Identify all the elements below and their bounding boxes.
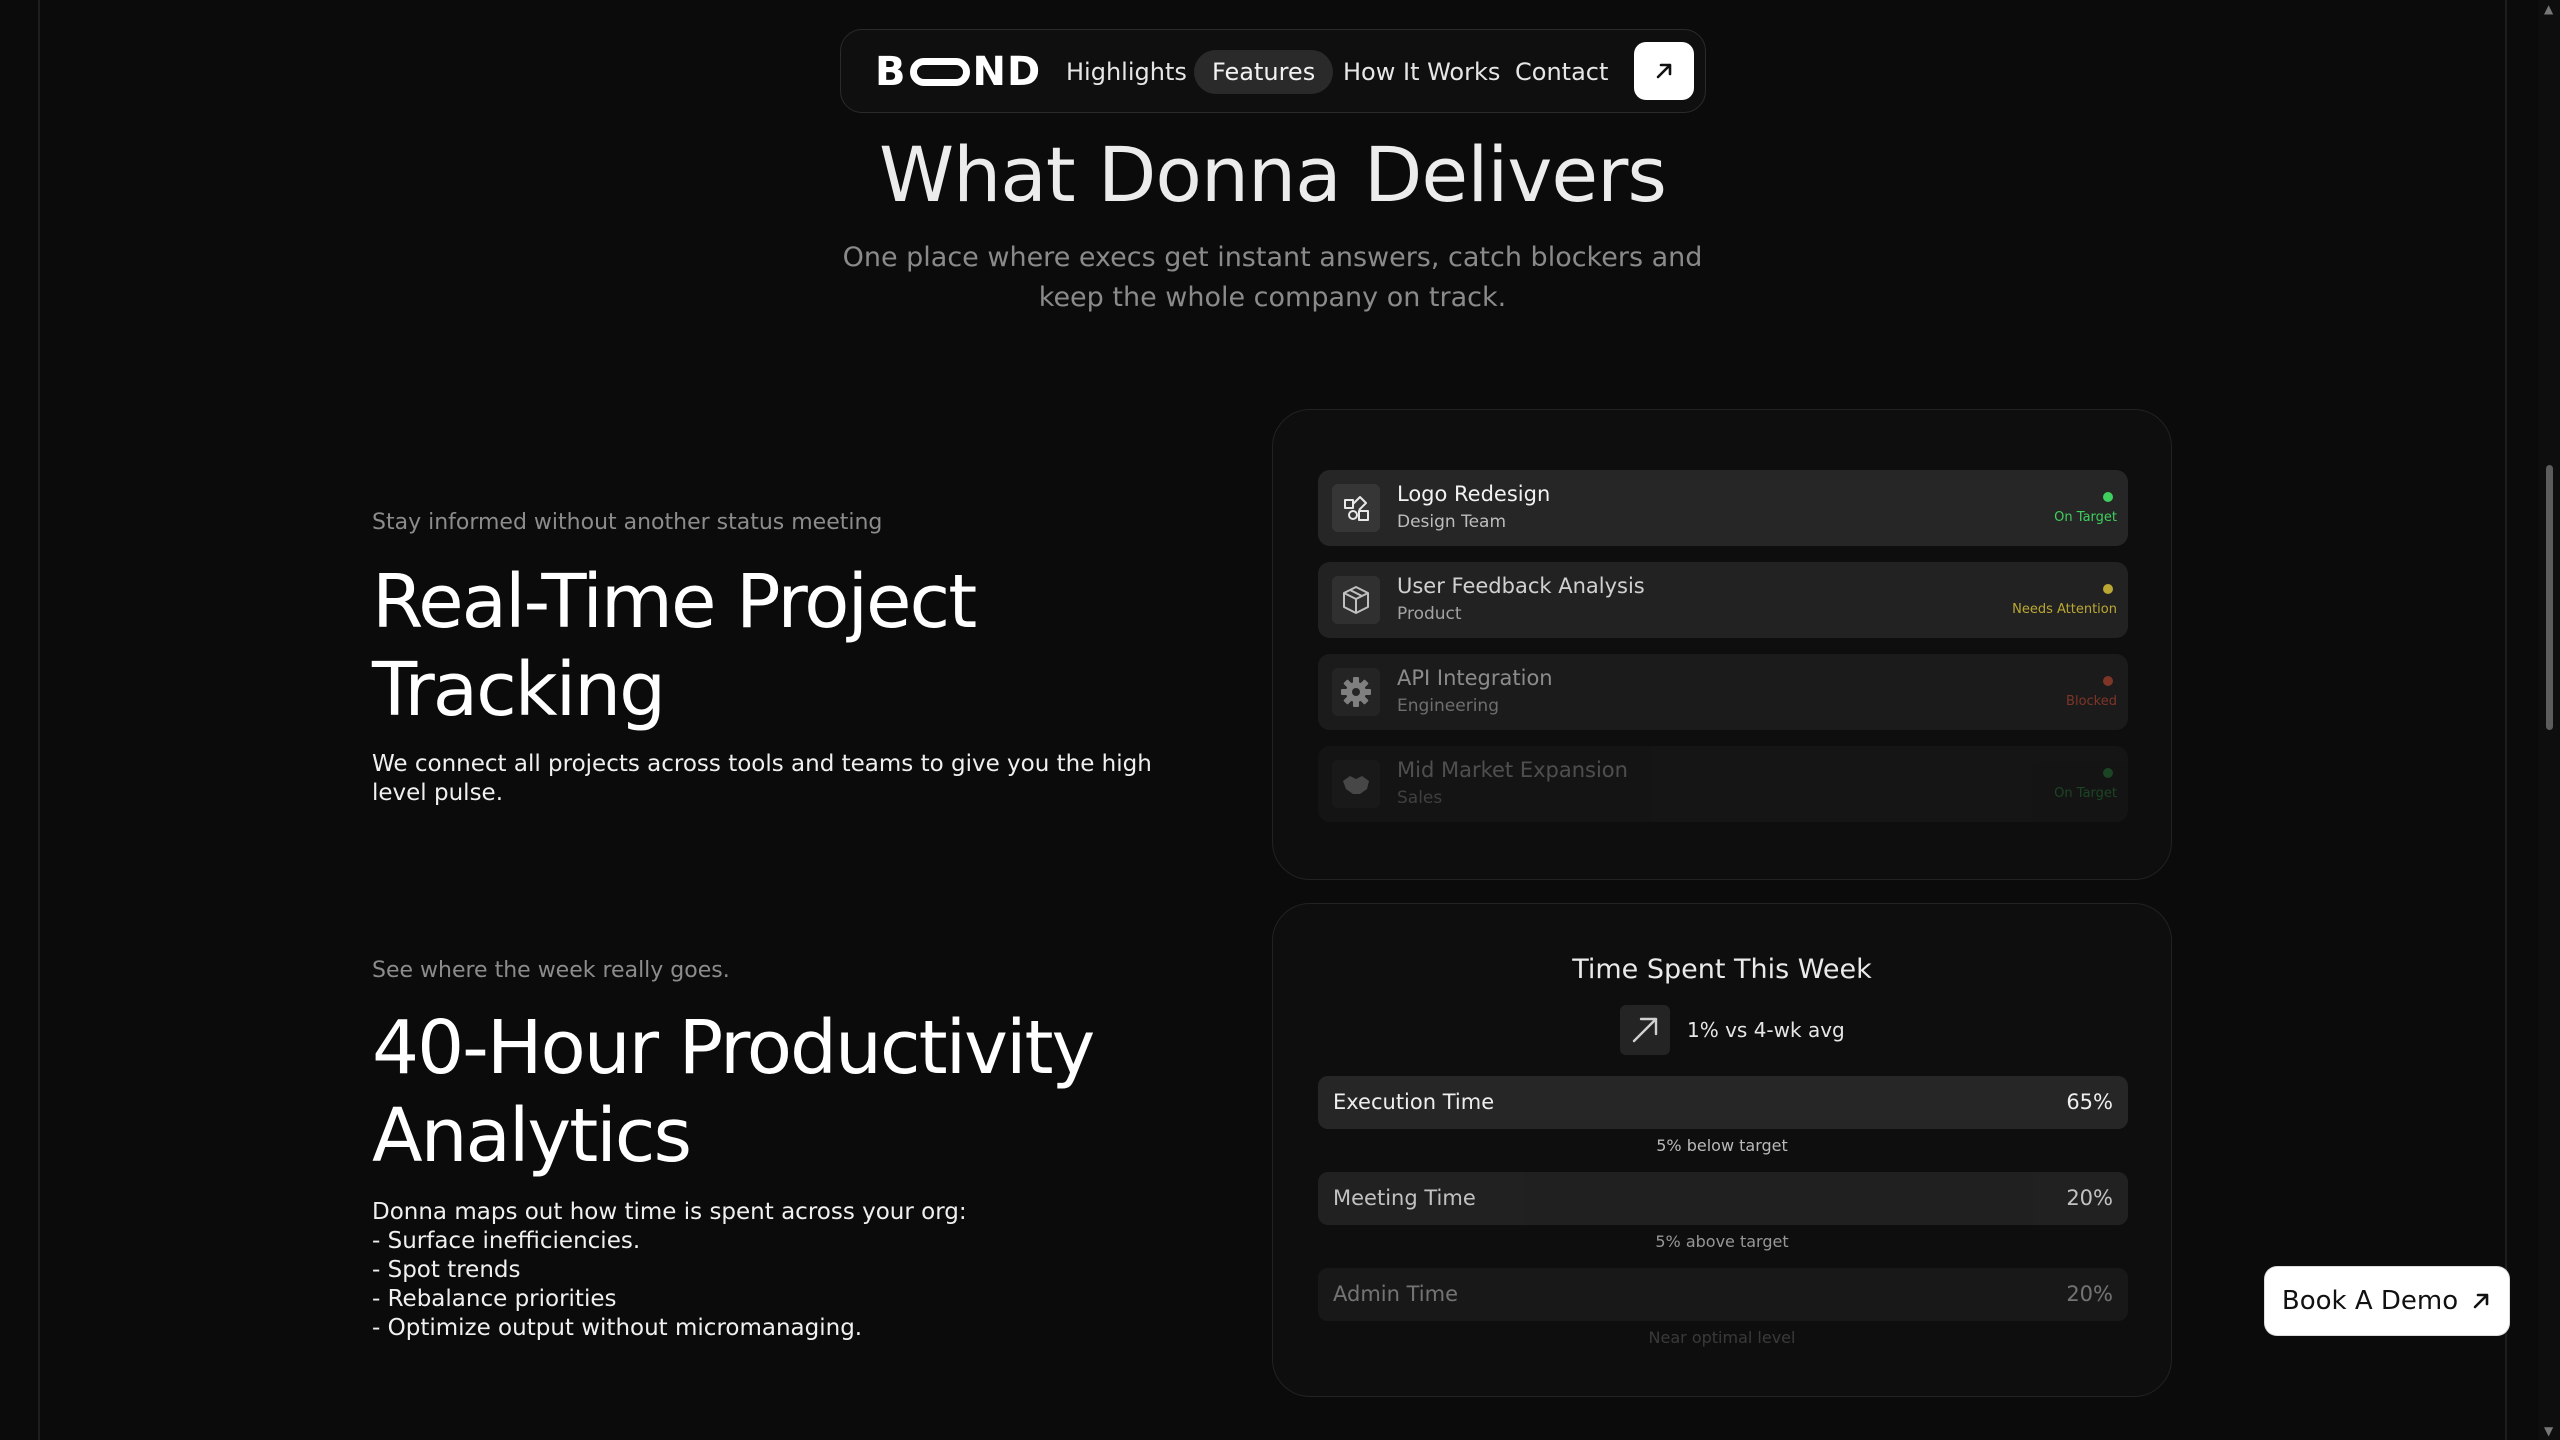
nav-link-features[interactable]: Features xyxy=(1194,50,1334,94)
metric-value: 20% xyxy=(2066,1186,2113,1210)
section2-title: 40-Hour Productivity Analytics xyxy=(372,1005,1095,1179)
page-scrollbar[interactable]: ▲ ▼ xyxy=(2538,0,2560,1440)
metric-note: 5% above target xyxy=(1655,1232,1789,1251)
book-demo-label: Book A Demo xyxy=(2281,1286,2459,1316)
cube-icon xyxy=(1332,576,1380,624)
section1-eyebrow: Stay informed without another status mee… xyxy=(372,510,883,535)
metric-label: Execution Time xyxy=(1333,1090,1495,1114)
section2-body: Donna maps out how time is spent across … xyxy=(372,1198,1192,1343)
arrow-up-right-icon xyxy=(1656,63,1672,79)
time-card-title: Time Spent This Week xyxy=(1572,954,1872,985)
gear-icon xyxy=(1332,668,1380,716)
trend-up-arrow-icon xyxy=(1620,1005,1670,1055)
project-name: Logo Redesign xyxy=(1397,482,1551,506)
project-name: Mid Market Expansion xyxy=(1397,758,1628,782)
project-team: Design Team xyxy=(1397,512,1507,532)
logo-letter-b: B xyxy=(875,49,907,95)
metric-label: Meeting Time xyxy=(1333,1186,1476,1210)
metric-bar: Execution Time 65% xyxy=(1318,1076,2128,1129)
nav-link-contact[interactable]: Contact xyxy=(1515,50,1608,94)
status-badge: Needs Attention xyxy=(2012,602,2117,617)
page-title: What Donna Delivers xyxy=(878,130,1667,219)
project-row[interactable]: Logo Redesign Design Team On Target xyxy=(1318,470,2128,546)
metric-value: 65% xyxy=(2066,1090,2113,1114)
status-dot xyxy=(2103,584,2113,594)
project-team: Sales xyxy=(1397,788,1443,808)
nav-link-highlights[interactable]: Highlights xyxy=(1066,50,1187,94)
metric-label: Admin Time xyxy=(1333,1282,1458,1306)
project-team: Product xyxy=(1397,604,1462,624)
metric-bar: Meeting Time 20% xyxy=(1318,1172,2128,1225)
status-dot xyxy=(2103,676,2113,686)
scroll-down-arrow-icon[interactable]: ▼ xyxy=(2544,1424,2553,1438)
arrow-up-right-icon xyxy=(2473,1293,2489,1309)
time-spent-card: Time Spent This Week 1% vs 4-wk avg Exec… xyxy=(1272,903,2172,1397)
status-badge: On Target xyxy=(2054,786,2117,801)
section1-body: We connect all projects across tools and… xyxy=(372,751,1152,806)
design-icon xyxy=(1332,484,1380,532)
project-team: Engineering xyxy=(1397,696,1499,716)
status-dot xyxy=(2103,768,2113,778)
scroll-up-arrow-icon[interactable]: ▲ xyxy=(2544,2,2553,16)
bond-logo[interactable]: B ND xyxy=(875,51,1041,93)
status-badge: Blocked xyxy=(2066,694,2117,709)
scrollbar-thumb[interactable] xyxy=(2546,465,2553,730)
metric-bar: Admin Time 20% xyxy=(1318,1268,2128,1321)
project-row[interactable]: User Feedback Analysis Product Needs Att… xyxy=(1318,562,2128,638)
trend-text: 1% vs 4-wk avg xyxy=(1687,1018,1845,1042)
section2-body-line: Donna maps out how time is spent across … xyxy=(372,1199,967,1225)
status-dot xyxy=(2103,492,2113,502)
nav-link-how-it-works[interactable]: How It Works xyxy=(1343,50,1500,94)
metric-note: 5% below target xyxy=(1656,1136,1788,1155)
project-row[interactable]: Mid Market Expansion Sales On Target xyxy=(1318,746,2128,822)
project-tracking-card: Logo Redesign Design Team On Target User… xyxy=(1272,409,2172,880)
top-navbar: B ND Highlights Features How It Works Co… xyxy=(840,29,1706,113)
status-badge: On Target xyxy=(2054,510,2117,525)
project-name: API Integration xyxy=(1397,666,1553,690)
handshake-icon xyxy=(1332,760,1380,808)
metric-note: Near optimal level xyxy=(1648,1328,1796,1347)
page-subtitle: One place where execs get instant answer… xyxy=(842,242,1703,313)
logo-letter-o xyxy=(909,58,970,86)
book-demo-button[interactable]: Book A Demo xyxy=(2265,1267,2509,1335)
project-row[interactable]: API Integration Engineering Blocked xyxy=(1318,654,2128,730)
section2-bullet: - Rebalance priorities xyxy=(372,1286,617,1312)
nav-cta-button[interactable] xyxy=(1634,42,1694,100)
section2-bullet: - Spot trends xyxy=(372,1257,521,1283)
metric-value: 20% xyxy=(2066,1282,2113,1306)
section1-title: Real-Time Project Tracking xyxy=(372,559,977,733)
section2-eyebrow: See where the week really goes. xyxy=(372,958,730,983)
section2-bullet: - Optimize output without micromanaging. xyxy=(372,1315,863,1341)
logo-letters-nd: ND xyxy=(972,49,1042,95)
section2-bullet: - Surface inefficiencies. xyxy=(372,1228,641,1254)
project-name: User Feedback Analysis xyxy=(1397,574,1645,598)
